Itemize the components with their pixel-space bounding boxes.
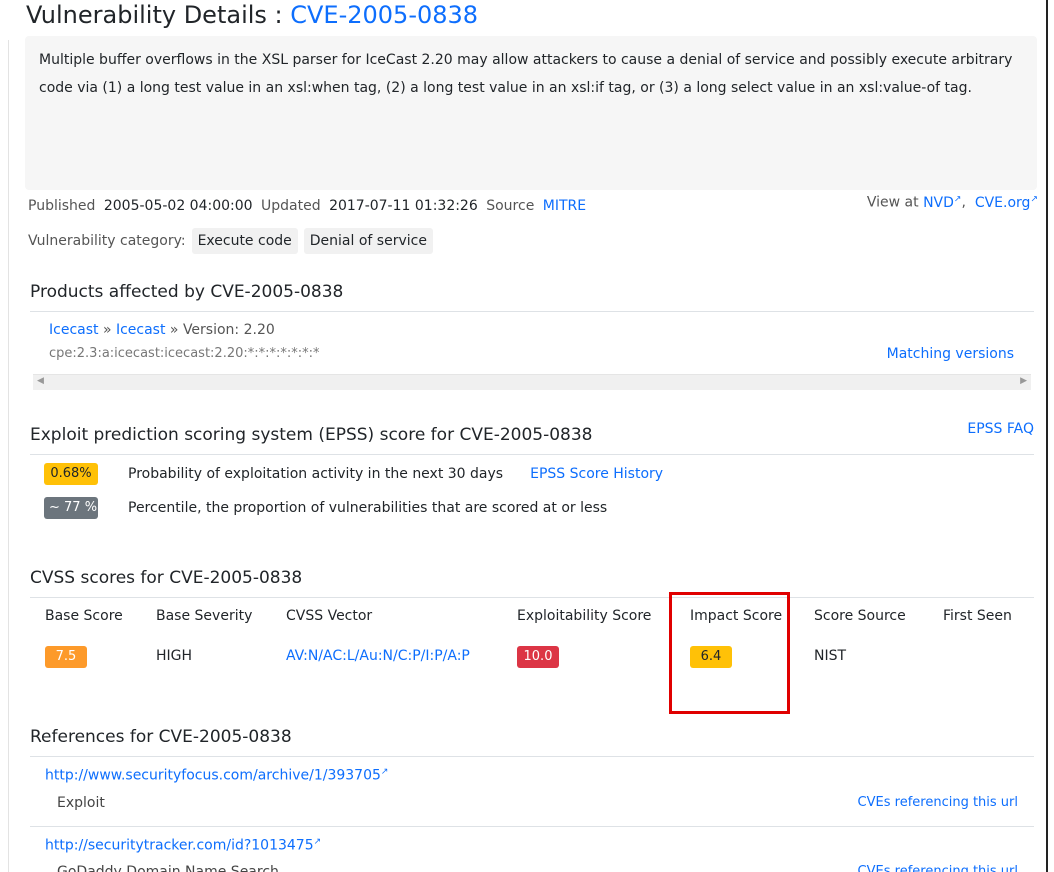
scroll-left-icon[interactable]: ◀ xyxy=(37,376,44,386)
cvss-heading: CVSS scores for CVE-2005-0838 xyxy=(30,568,303,588)
cves-referencing-link[interactable]: CVEs referencing this url xyxy=(858,795,1018,810)
cvss-base-score-cell: 7.5 xyxy=(45,646,87,668)
cvss-header-base-score: Base Score xyxy=(45,608,123,624)
content-left-border xyxy=(8,40,9,872)
cvss-score-source: NIST xyxy=(814,648,847,664)
epss-probability-badge: 0.68% xyxy=(44,463,98,485)
source-link[interactable]: MITRE xyxy=(543,198,586,214)
base-score-badge: 7.5 xyxy=(45,646,87,668)
cves-referencing-link[interactable]: CVEs referencing this url xyxy=(858,864,1018,872)
external-link-icon: ↗ xyxy=(380,767,389,777)
epss-percentile-badge: ~ 77 % xyxy=(44,497,98,519)
title-cve-link[interactable]: CVE-2005-0838 xyxy=(290,1,478,29)
cvss-divider xyxy=(30,597,1034,598)
view-at-label: View at xyxy=(866,194,919,211)
page-title: Vulnerability Details : CVE-2005-0838 xyxy=(26,0,478,30)
cvss-exploitability-cell: 10.0 xyxy=(517,646,559,668)
cvss-header-first-seen: First Seen xyxy=(943,608,1012,624)
references-divider xyxy=(30,756,1034,757)
references-heading: References for CVE-2005-0838 xyxy=(30,727,292,747)
category-chip-denial-of-service[interactable]: Denial of service xyxy=(303,228,433,254)
horizontal-scrollbar[interactable]: ◀ ▶ xyxy=(33,374,1031,390)
exploitability-score-badge: 10.0 xyxy=(517,646,559,668)
matching-versions-link[interactable]: Matching versions xyxy=(887,346,1014,362)
cvss-header-base-severity: Base Severity xyxy=(156,608,253,624)
description-box: Multiple buffer overflows in the XSL par… xyxy=(25,36,1037,190)
cvss-vector-link[interactable]: AV:N/AC:L/Au:N/C:P/I:P/A:P xyxy=(286,648,470,664)
epss-history-link[interactable]: EPSS Score History xyxy=(530,466,663,482)
epss-percentile-text: Percentile, the proportion of vulnerabil… xyxy=(128,500,608,516)
epss-percentile-row: ~ 77 % Percentile, the proportion of vul… xyxy=(44,497,607,519)
nvd-link[interactable]: NVD↗ xyxy=(923,194,962,211)
product-version: Version: 2.20 xyxy=(182,322,275,338)
cpe-string: cpe:2.3:a:icecast:icecast:2.20:*:*:*:*:*… xyxy=(49,346,320,361)
page: Vulnerability Details : CVE-2005-0838 Mu… xyxy=(0,0,1054,872)
epss-probability-text: Probability of exploitation activity in … xyxy=(128,466,504,482)
category-label: Vulnerability category: xyxy=(28,233,186,249)
scroll-right-icon[interactable]: ▶ xyxy=(1020,376,1027,386)
epss-probability-row: 0.68% Probability of exploitation activi… xyxy=(44,463,663,485)
reference-link[interactable]: http://www.securityfocus.com/archive/1/3… xyxy=(45,767,388,784)
cve-org-link[interactable]: CVE.org↗ xyxy=(975,194,1038,211)
external-link-icon: ↗ xyxy=(953,194,962,204)
published-date: 2005-05-02 04:00:00 xyxy=(103,198,253,214)
product-breadcrumb: Icecast » Icecast » Version: 2.20 xyxy=(49,322,275,338)
window-right-border xyxy=(1046,0,1048,872)
external-link-icon: ↗ xyxy=(313,837,322,847)
reference-type: Exploit xyxy=(57,795,105,811)
vulnerability-category: Vulnerability category: Execute code Den… xyxy=(28,228,433,254)
epss-faq-link[interactable]: EPSS FAQ xyxy=(967,421,1034,437)
cvss-severity: HIGH xyxy=(156,648,193,664)
reference-type: GoDaddy Domain Name Search xyxy=(57,864,279,872)
cvss-header-score-source: Score Source xyxy=(814,608,906,624)
published-label: Published xyxy=(28,198,96,214)
epss-heading: Exploit prediction scoring system (EPSS)… xyxy=(30,425,593,445)
view-at: View at NVD↗, CVE.org↗ xyxy=(866,194,1038,211)
reference-link[interactable]: http://securitytracker.com/id?1013475↗ xyxy=(45,837,321,854)
updated-date: 2017-07-11 01:32:26 xyxy=(329,198,478,214)
source-label: Source xyxy=(486,198,535,214)
products-divider xyxy=(30,311,1034,312)
products-heading: Products affected by CVE-2005-0838 xyxy=(30,282,344,302)
category-chip-execute-code[interactable]: Execute code xyxy=(191,228,298,254)
publication-meta: Published 2005-05-02 04:00:00 Updated 20… xyxy=(28,198,586,214)
vendor-link[interactable]: Icecast xyxy=(49,322,99,338)
cvss-header-vector: CVSS Vector xyxy=(286,608,373,624)
updated-label: Updated xyxy=(261,198,321,214)
product-link[interactable]: Icecast xyxy=(116,322,166,338)
impact-score-highlight-box xyxy=(669,592,790,714)
title-prefix: Vulnerability Details : xyxy=(26,1,291,29)
external-link-icon: ↗ xyxy=(1030,194,1038,204)
cvss-header-exploitability: Exploitability Score xyxy=(517,608,652,624)
description-text: Multiple buffer overflows in the XSL par… xyxy=(39,52,1013,96)
epss-divider xyxy=(30,454,1034,455)
reference-divider xyxy=(30,826,1034,827)
